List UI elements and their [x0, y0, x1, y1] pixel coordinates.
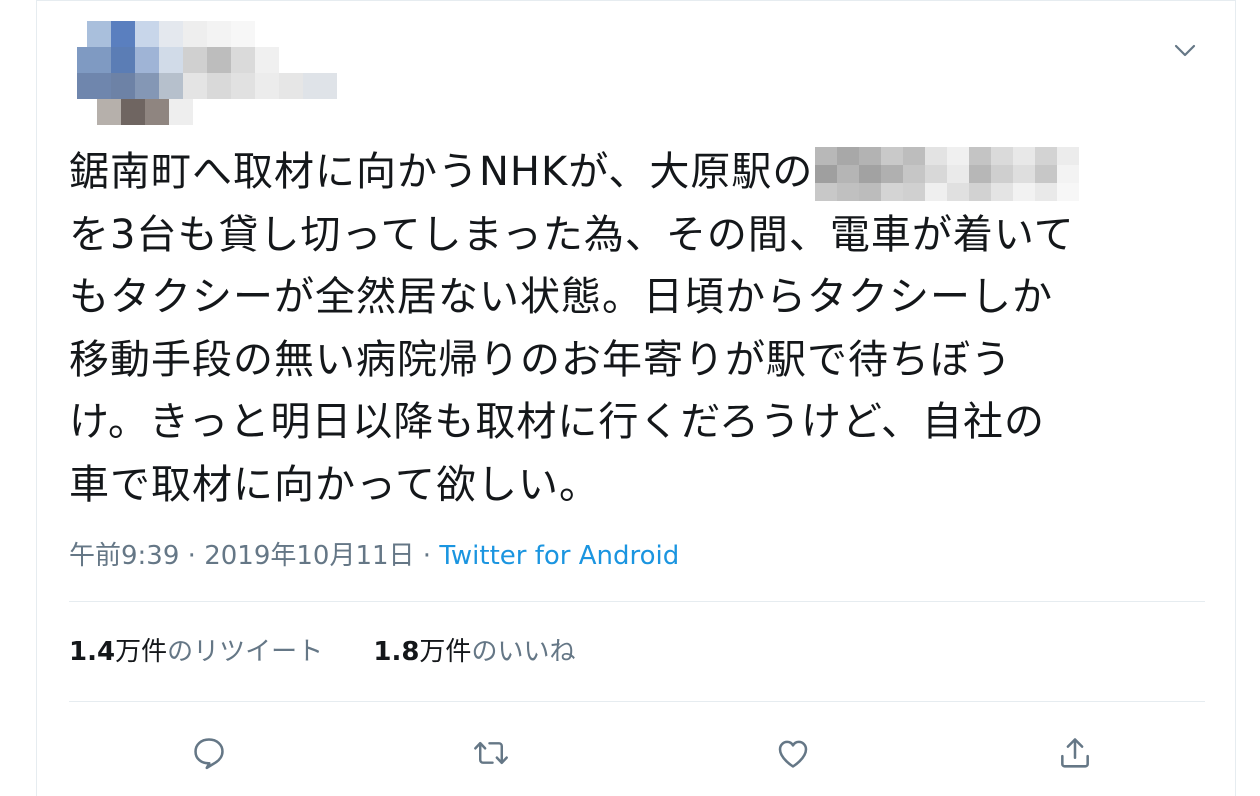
retweet-label: のリツイート — [167, 637, 324, 667]
tweet-card: 鋸南町へ取材に向かうNHKが、大原駅の を3台も貸し切ってしまった為、その間、電… — [36, 0, 1236, 796]
like-count-link[interactable]: 1.8万件のいいね — [373, 631, 575, 668]
like-count: 1.8 — [373, 637, 420, 667]
tweet-line: を3台も貸し切ってしまった為、その間、電車が着いて — [69, 211, 1075, 258]
like-count-unit: 万件 — [419, 637, 472, 667]
meta-separator: · — [422, 541, 432, 571]
like-label: のいいね — [471, 637, 576, 667]
reply-icon — [194, 738, 224, 770]
tweet-line: 鋸南町へ取材に向かうNHKが、大原駅の — [69, 141, 1209, 204]
like-button[interactable] — [771, 731, 815, 775]
meta-separator: · — [187, 541, 196, 571]
divider — [69, 601, 1205, 602]
tweet-actions — [187, 731, 1127, 775]
tweet-line-text: 鋸南町へ取材に向かうNHKが、大原駅の — [69, 149, 814, 195]
divider — [69, 701, 1205, 702]
tweet-body: 鋸南町へ取材に向かうNHKが、大原駅の を3台も貸し切ってしまった為、その間、電… — [69, 141, 1209, 516]
redacted-text — [815, 147, 1087, 201]
redacted-user-header — [77, 21, 337, 131]
tweet-date[interactable]: 2019年10月11日 — [204, 541, 414, 571]
share-button[interactable] — [1053, 731, 1097, 775]
tweet-menu-button[interactable] — [1171, 37, 1199, 65]
retweet-icon — [474, 741, 508, 765]
tweet-stats: 1.4万件のリツイート 1.8万件のいいね — [69, 631, 617, 668]
tweet-line: もタクシーが全然居ない状態。日頃からタクシーしか — [69, 274, 1053, 320]
retweet-count-unit: 万件 — [115, 637, 168, 667]
retweet-count-link[interactable]: 1.4万件のリツイート — [69, 631, 323, 668]
tweet-line: 車で取材に向かって欲しい。 — [69, 461, 600, 508]
retweet-count: 1.4 — [69, 637, 116, 667]
share-icon — [1061, 738, 1089, 768]
tweet-line: 移動手段の無い病院帰りのお年寄りが駅で待ちぼう — [69, 336, 1012, 383]
chevron-down-icon — [1174, 44, 1196, 57]
tweet-time[interactable]: 午前9:39 — [69, 541, 179, 571]
tweet-line: け。きっと明日以降も取材に行くだろうけど、自社の — [69, 399, 1045, 445]
tweet-source-link[interactable]: Twitter for Android — [439, 541, 679, 571]
reply-button[interactable] — [187, 731, 231, 775]
retweet-button[interactable] — [469, 731, 513, 775]
heart-icon — [778, 740, 808, 768]
tweet-metadata: 午前9:39 · 2019年10月11日 · Twitter for Andro… — [69, 535, 679, 572]
